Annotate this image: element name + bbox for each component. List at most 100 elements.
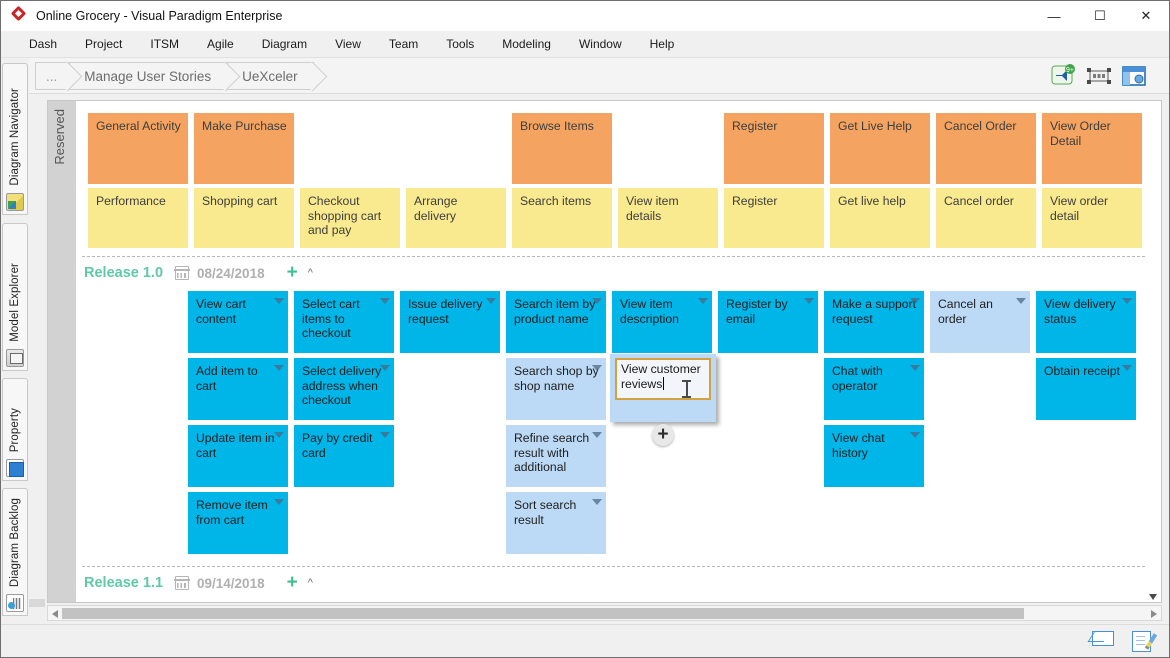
user-story-card[interactable]: View delivery status [1036,291,1136,353]
chevron-down-icon[interactable] [274,432,284,438]
activity-card-5[interactable]: Cancel Order [936,113,1036,184]
story-name-input[interactable]: View customerreviews [615,358,711,400]
scroll-right-arrow-icon[interactable] [1151,610,1157,618]
minimize-button[interactable]: — [1031,1,1077,31]
breadcrumb-item-1[interactable]: Manage User Stories [69,62,227,90]
user-story-card[interactable]: View cart content [188,291,288,353]
user-story-card[interactable]: Pay by credit card [294,425,394,487]
menu-item-help[interactable]: Help [636,33,689,55]
menu-item-window[interactable]: Window [565,33,636,55]
release-name[interactable]: Release 1.0 [84,265,163,281]
chevron-down-icon[interactable] [274,365,284,371]
horizontal-scroll-thumb[interactable] [62,608,1024,619]
maximize-button[interactable]: ☐ [1077,1,1123,31]
usecase-card-1[interactable]: Shopping cart [194,188,294,248]
activity-card-3[interactable]: Register [724,113,824,184]
chevron-down-icon[interactable] [910,365,920,371]
menu-item-team[interactable]: Team [375,33,432,55]
user-story-card[interactable]: Search shop by shop name [506,358,606,420]
menu-item-view[interactable]: View [321,33,375,55]
activity-card-2[interactable]: Browse Items [512,113,612,184]
menu-item-tools[interactable]: Tools [432,33,488,55]
usecase-card-8[interactable]: Cancel order [936,188,1036,248]
menu-item-itsm[interactable]: ITSM [136,33,193,55]
user-story-card[interactable]: Select delivery address when checkout [294,358,394,420]
chevron-down-icon[interactable] [380,432,390,438]
user-story-card[interactable]: Make a support request [824,291,924,353]
close-button[interactable]: ✕ [1123,1,1169,31]
user-story-card[interactable]: Register by email [718,291,818,353]
chevron-down-icon[interactable] [592,499,602,505]
chevron-down-icon[interactable] [1016,298,1026,304]
mail-envelope-icon[interactable] [1092,631,1114,646]
chevron-down-icon[interactable] [1122,365,1132,371]
fit-to-screen-icon[interactable] [1086,64,1112,88]
user-story-card[interactable]: Sort search result [506,492,606,554]
chevron-down-icon[interactable] [274,298,284,304]
menu-item-diagram[interactable]: Diagram [248,33,321,55]
scroll-down-arrow-icon[interactable] [1149,594,1157,600]
user-story-card[interactable]: Refine search result with additional [506,425,606,487]
add-story-button[interactable]: + [287,266,298,280]
chevron-down-icon[interactable] [804,298,814,304]
vertical-scrollbar[interactable] [1146,101,1161,602]
chevron-down-icon[interactable] [910,298,920,304]
activity-card-6[interactable]: View Order Detail [1042,113,1142,184]
usecase-card-9[interactable]: View order detail [1042,188,1142,248]
usecase-card-5[interactable]: View item details [618,188,718,248]
activity-card-4[interactable]: Get Live Help [830,113,930,184]
chevron-down-icon[interactable] [486,298,496,304]
menu-item-project[interactable]: Project [71,33,136,55]
chevron-down-icon[interactable] [1122,298,1132,304]
menu-item-agile[interactable]: Agile [193,33,248,55]
release-date[interactable]: 08/24/2018 [197,266,265,281]
collapse-release-icon[interactable]: ^ [308,577,313,589]
breadcrumb-item-0[interactable]: ... [35,62,69,90]
menu-item-dash[interactable]: Dash [15,33,71,55]
scroll-left-arrow-icon[interactable] [52,610,58,618]
usecase-card-3[interactable]: Arrange delivery [406,188,506,248]
chevron-down-icon[interactable] [380,365,390,371]
release-name[interactable]: Release 1.1 [84,575,163,591]
chevron-down-icon[interactable] [592,432,602,438]
user-story-card[interactable]: View chat history [824,425,924,487]
release-date[interactable]: 09/14/2018 [197,576,265,591]
announcement-megaphone-icon[interactable]: 9+ [1051,64,1077,88]
chevron-down-icon[interactable] [910,432,920,438]
edit-document-icon[interactable] [1132,631,1151,652]
chevron-down-icon[interactable] [592,298,602,304]
side-tab-diagram-backlog[interactable]: Diagram Backlog [2,488,28,616]
user-story-card[interactable]: Add item to cart [188,358,288,420]
side-tab-diagram-navigator[interactable]: Diagram Navigator [2,63,28,215]
usecase-card-4[interactable]: Search items [512,188,612,248]
add-story-inline-button[interactable]: + [652,424,674,446]
chevron-down-icon[interactable] [698,298,708,304]
usecase-card-0[interactable]: Performance [88,188,188,248]
usecase-card-6[interactable]: Register [724,188,824,248]
add-story-button[interactable]: + [287,576,298,590]
editing-story-card[interactable]: View customerreviews [610,354,716,422]
side-tab-property[interactable]: Property [2,378,28,481]
user-story-card[interactable]: Update item in cart [188,425,288,487]
collapse-release-icon[interactable]: ^ [308,267,313,279]
activity-card-0[interactable]: General Activity [88,113,188,184]
usecase-card-7[interactable]: Get live help [830,188,930,248]
usecase-card-2[interactable]: Checkout shopping cart and pay [300,188,400,248]
user-story-card[interactable]: View item description [612,291,712,353]
user-story-card[interactable]: Select cart items to checkout [294,291,394,353]
user-story-card[interactable]: Cancel an order [930,291,1030,353]
user-story-card[interactable]: Obtain receipt [1036,358,1136,420]
chevron-down-icon[interactable] [274,499,284,505]
horizontal-scrollbar[interactable] [47,605,1162,621]
user-story-card[interactable]: Search item by product name [506,291,606,353]
user-story-card[interactable]: Issue delivery request [400,291,500,353]
user-story-card[interactable]: Remove item from cart [188,492,288,554]
open-side-panel-icon[interactable] [1121,64,1147,88]
card-label: Register [732,119,777,133]
chevron-down-icon[interactable] [380,298,390,304]
menu-item-modeling[interactable]: Modeling [488,33,565,55]
side-tab-model-explorer[interactable]: Model Explorer [2,223,28,371]
activity-card-1[interactable]: Make Purchase [194,113,294,184]
chevron-down-icon[interactable] [592,365,602,371]
user-story-card[interactable]: Chat with operator [824,358,924,420]
